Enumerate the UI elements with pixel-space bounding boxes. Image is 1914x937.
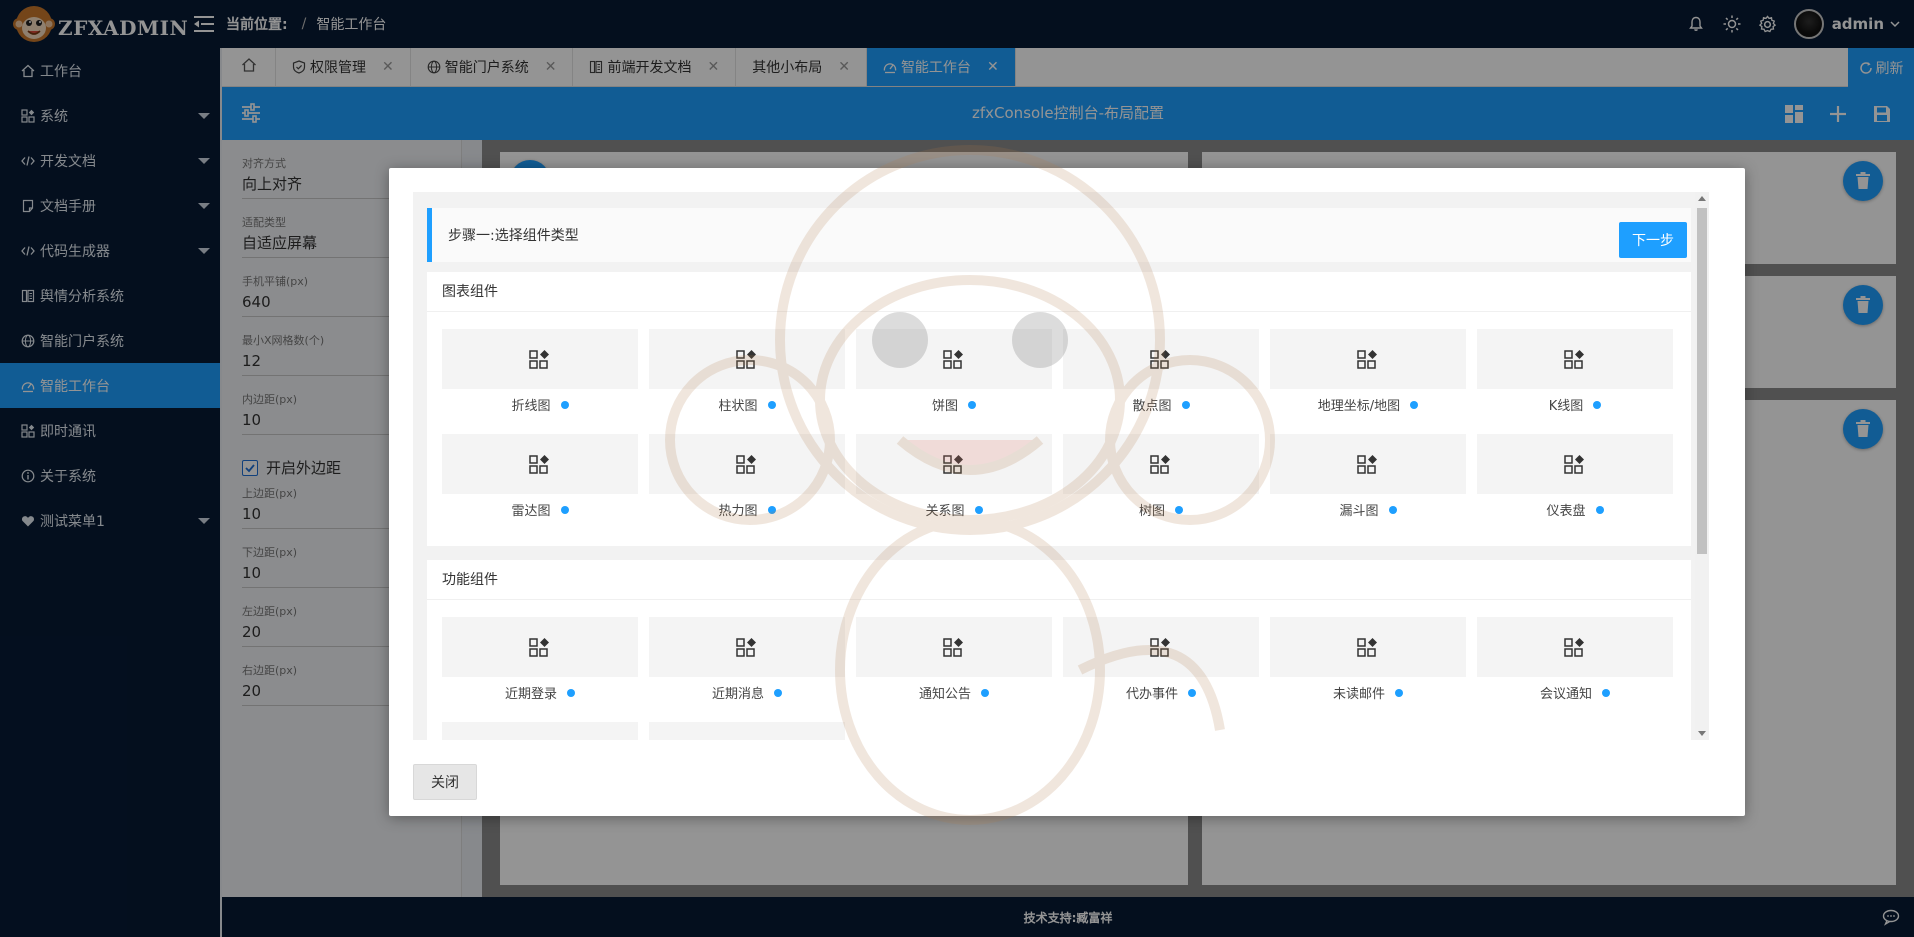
- widget-icon: [442, 722, 638, 740]
- component-label: 关系图: [925, 504, 965, 519]
- component-label: 柱状图: [718, 399, 758, 414]
- component-label: 近期消息: [711, 687, 764, 702]
- widget-icon: [1270, 617, 1466, 677]
- component-card[interactable]: [649, 722, 845, 740]
- widget-icon: [649, 434, 845, 494]
- component-label: 饼图: [931, 399, 958, 414]
- component-label: 漏斗图: [1339, 504, 1379, 519]
- status-dot: [1388, 506, 1397, 514]
- component-card[interactable]: 雷达图: [442, 434, 638, 520]
- widget-icon: [649, 617, 845, 677]
- component-label: 折线图: [511, 399, 551, 414]
- component-card[interactable]: K线图: [1477, 329, 1673, 415]
- component-card[interactable]: 树图: [1063, 434, 1259, 520]
- status-dot: [1181, 401, 1190, 409]
- next-step-button[interactable]: 下一步: [1619, 222, 1687, 258]
- status-dot: [560, 401, 569, 409]
- component-card[interactable]: 代办事件: [1063, 617, 1259, 703]
- component-card[interactable]: 漏斗图: [1270, 434, 1466, 520]
- component-card[interactable]: 地理坐标/地图: [1270, 329, 1466, 415]
- component-card[interactable]: 仪表盘: [1477, 434, 1673, 520]
- component-card[interactable]: 柱状图: [649, 329, 845, 415]
- component-card[interactable]: 散点图: [1063, 329, 1259, 415]
- widget-icon: [1477, 434, 1673, 494]
- scroll-up-icon[interactable]: [1698, 196, 1706, 201]
- component-label: 热力图: [718, 504, 758, 519]
- status-dot: [774, 689, 782, 697]
- component-label: 近期登录: [504, 687, 557, 702]
- component-label: 仪表盘: [1546, 504, 1586, 519]
- component-card[interactable]: 近期登录: [442, 617, 638, 703]
- scroll-down-icon[interactable]: [1698, 731, 1706, 736]
- component-card[interactable]: 饼图: [856, 329, 1052, 415]
- component-card[interactable]: [442, 722, 638, 740]
- status-dot: [1602, 689, 1610, 697]
- section-title: 功能组件: [427, 560, 1691, 600]
- add-widget-dialog: 步骤一:选择组件类型 下一步 图表组件 折线图 柱状图 饼图 散点图 地理坐标/…: [389, 168, 1745, 816]
- status-dot: [1188, 689, 1196, 697]
- widget-icon: [1063, 329, 1259, 389]
- scrollbar[interactable]: [1695, 192, 1709, 740]
- widget-icon: [442, 329, 638, 389]
- step-title: 步骤一:选择组件类型: [448, 228, 579, 244]
- component-card[interactable]: 折线图: [442, 329, 638, 415]
- status-dot: [1410, 401, 1419, 409]
- widget-icon: [442, 434, 638, 494]
- widget-icon: [856, 434, 1052, 494]
- component-card[interactable]: 通知公告: [856, 617, 1052, 703]
- component-label: 会议通知: [1539, 687, 1592, 702]
- scrollbar-thumb[interactable]: [1697, 208, 1707, 554]
- component-card[interactable]: 热力图: [649, 434, 845, 520]
- step-header: 步骤一:选择组件类型 下一步: [427, 208, 1691, 262]
- widget-icon: [649, 722, 845, 740]
- status-dot: [1595, 506, 1604, 514]
- component-label: 通知公告: [918, 687, 971, 702]
- status-dot: [1175, 506, 1183, 514]
- component-card[interactable]: 近期消息: [649, 617, 845, 703]
- component-label: 散点图: [1132, 399, 1172, 414]
- component-card[interactable]: 会议通知: [1477, 617, 1673, 703]
- widget-icon: [1270, 434, 1466, 494]
- widget-icon: [1063, 434, 1259, 494]
- status-dot: [968, 401, 976, 409]
- status-dot: [981, 689, 989, 697]
- dialog-body: 步骤一:选择组件类型 下一步 图表组件 折线图 柱状图 饼图 散点图 地理坐标/…: [413, 192, 1709, 740]
- widget-icon: [442, 617, 638, 677]
- component-label: 地理坐标/地图: [1317, 399, 1401, 414]
- component-label: 雷达图: [511, 504, 551, 519]
- widget-icon: [1063, 617, 1259, 677]
- component-label: 未读邮件: [1332, 687, 1385, 702]
- status-dot: [1395, 689, 1403, 697]
- function-components-panel: 功能组件 近期登录 近期消息 通知公告 代办事件 未读邮件 会议通知: [427, 560, 1691, 740]
- widget-icon: [856, 329, 1052, 389]
- chart-components-panel: 图表组件 折线图 柱状图 饼图 散点图 地理坐标/地图 K线图 雷达图 热力图 …: [427, 272, 1691, 546]
- status-dot: [560, 506, 569, 514]
- section-title: 图表组件: [427, 272, 1691, 312]
- close-button[interactable]: 关闭: [413, 764, 477, 800]
- widget-icon: [1477, 617, 1673, 677]
- widget-icon: [1270, 329, 1466, 389]
- component-label: K线图: [1548, 399, 1584, 414]
- status-dot: [974, 506, 983, 514]
- status-dot: [767, 401, 776, 409]
- widget-icon: [856, 617, 1052, 677]
- component-label: 代办事件: [1125, 687, 1178, 702]
- component-card[interactable]: 未读邮件: [1270, 617, 1466, 703]
- widget-icon: [649, 329, 845, 389]
- status-dot: [1593, 401, 1602, 409]
- component-label: 树图: [1138, 504, 1165, 519]
- component-card[interactable]: 关系图: [856, 434, 1052, 520]
- status-dot: [567, 689, 575, 697]
- widget-icon: [1477, 329, 1673, 389]
- status-dot: [767, 506, 776, 514]
